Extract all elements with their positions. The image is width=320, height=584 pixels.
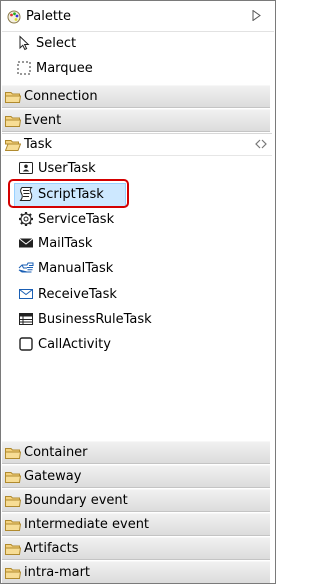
drawer-label: Boundary event — [24, 493, 128, 508]
folder-open-icon — [5, 139, 21, 151]
tool-label: ReceiveTask — [38, 286, 117, 302]
folder-icon — [5, 91, 21, 103]
drawer-label: Intermediate event — [24, 517, 150, 532]
drawer-event[interactable]: Event — [2, 109, 270, 132]
folder-icon — [5, 567, 21, 579]
drawer-label: Gateway — [24, 469, 82, 484]
drawer-label: Container — [24, 445, 88, 460]
drawer-gateway[interactable]: Gateway — [2, 465, 270, 488]
folder-icon — [5, 115, 21, 127]
tool-label: ServiceTask — [38, 211, 115, 227]
palette-title: Palette — [26, 9, 72, 24]
tool-label: ManualTask — [38, 260, 114, 276]
tool-label: MailTask — [38, 235, 93, 251]
folder-icon — [5, 519, 21, 531]
tool-service-task[interactable]: ServiceTask — [18, 208, 258, 230]
select-arrow-icon — [16, 35, 32, 51]
folder-icon — [5, 447, 21, 459]
tool-call-activity[interactable]: CallActivity — [18, 333, 258, 355]
service-task-icon — [18, 211, 34, 227]
drawer-label: intra-mart — [24, 565, 91, 580]
annotation-highlight-ring — [8, 179, 129, 208]
tool-mail-task[interactable]: MailTask — [18, 232, 258, 254]
drawer-label: Event — [24, 113, 62, 128]
mail-task-icon — [18, 235, 34, 251]
tool-label: CallActivity — [38, 336, 111, 352]
drawer-intermediate-event[interactable]: Intermediate event — [2, 513, 270, 536]
manual-task-icon — [18, 260, 34, 276]
tool-manual-task[interactable]: ManualTask — [18, 257, 258, 279]
folder-icon — [5, 495, 21, 507]
folder-icon — [5, 543, 21, 555]
user-task-icon — [18, 160, 34, 176]
marquee-tool-label: Marquee — [36, 60, 93, 76]
tool-label: UserTask — [38, 160, 96, 176]
tool-business-rule-task[interactable]: BusinessRuleTask — [18, 308, 258, 330]
business-rule-task-icon — [18, 311, 34, 327]
drawer-connection[interactable]: Connection — [2, 85, 270, 108]
palette-header: Palette — [2, 2, 274, 32]
select-tool[interactable]: Select — [16, 32, 256, 54]
drawer-label: Task — [24, 137, 53, 152]
palette-icon — [7, 10, 21, 23]
drawer-task[interactable]: Task — [2, 133, 272, 156]
tool-label: BusinessRuleTask — [38, 311, 152, 327]
select-tool-label: Select — [36, 35, 77, 51]
receive-task-icon — [18, 286, 34, 302]
palette-panel: Palette Select Marquee Connection Event … — [0, 0, 276, 584]
call-activity-icon — [18, 336, 34, 352]
drawer-intra-mart[interactable]: intra-mart — [2, 561, 270, 583]
marquee-tool[interactable]: Marquee — [16, 57, 256, 79]
collapse-palette-icon[interactable] — [252, 10, 261, 21]
tool-receive-task[interactable]: ReceiveTask — [18, 283, 258, 305]
folder-icon — [5, 471, 21, 483]
drawer-container[interactable]: Container — [2, 441, 270, 464]
drawer-label: Artifacts — [24, 541, 79, 556]
tool-user-task[interactable]: UserTask — [18, 157, 258, 179]
drawer-artifacts[interactable]: Artifacts — [2, 537, 270, 560]
pin-drawer-icon[interactable] — [255, 139, 267, 149]
drawer-boundary-event[interactable]: Boundary event — [2, 489, 270, 512]
drawer-label: Connection — [24, 89, 98, 104]
marquee-icon — [16, 60, 32, 76]
